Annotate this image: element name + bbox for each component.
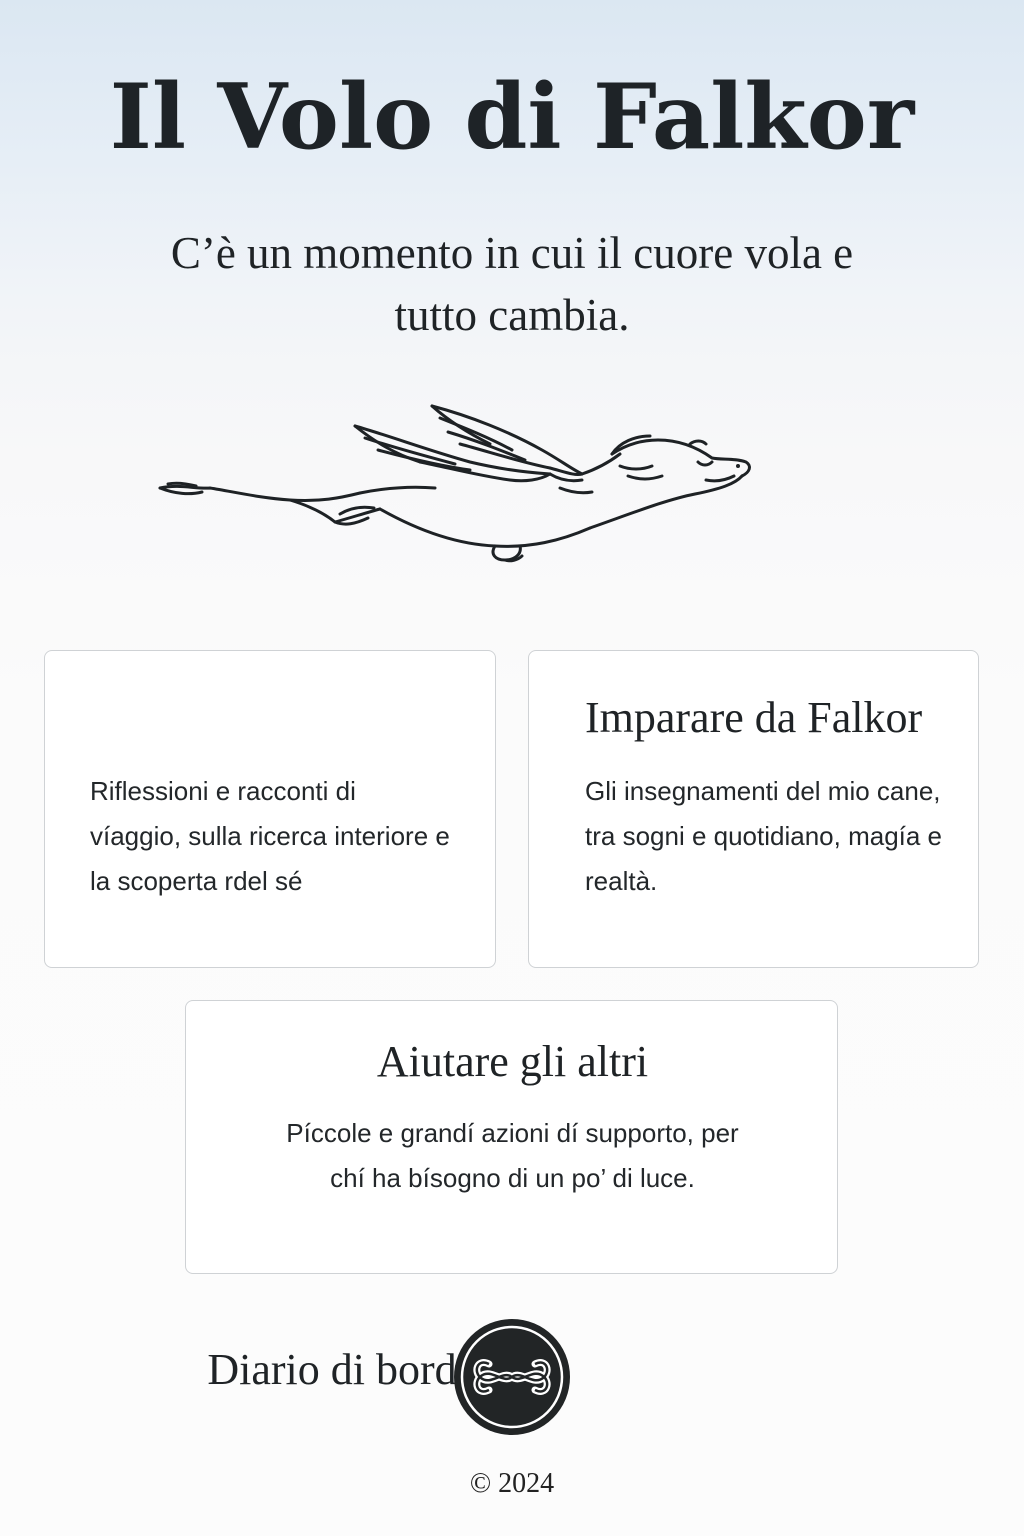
card-description: Gli insegnamenti del mio cane, tra sogni… (585, 776, 943, 896)
card-imparare-da-falkor[interactable]: Imparare da Falkor Gli insegnamenti del … (528, 650, 979, 968)
card-description: Riflessioni e racconti di víaggio, sulla… (90, 776, 450, 896)
copyright: © 2024 (469, 1468, 555, 1499)
card-title: Aiutare gli altri (376, 1037, 649, 1086)
page: Il Volo di Falkor C’è un momento in cui … (0, 0, 1024, 1536)
site-title: Il Volo di Falkor (109, 64, 915, 170)
card-diario-di-bordo[interactable]: Diario di bordo Riflessioni e racconti d… (44, 650, 496, 1394)
tagline: C’è un momento in cui il cuore vola e tu… (170, 228, 854, 340)
auryn-infinity-logo-icon (454, 1319, 570, 1435)
card-title: Imparare da Falkor (585, 693, 923, 742)
card-description: Píccole e grandí azioni dí supporto, per… (286, 1118, 739, 1193)
card-aiutare-gli-altri[interactable]: Aiutare gli altri Píccole e grandí azion… (185, 1000, 838, 1274)
flying-dragon-illustration (158, 404, 751, 563)
